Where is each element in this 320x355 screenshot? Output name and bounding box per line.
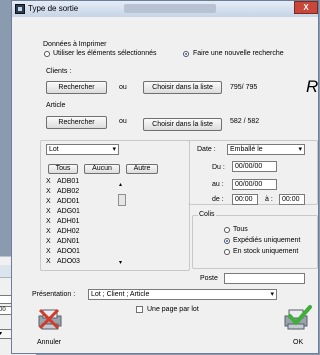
list-item[interactable]: X ADH01 [46, 218, 80, 225]
article-search-button[interactable]: Rechercher [46, 116, 107, 129]
poste-field[interactable] [224, 273, 305, 284]
clients-or-text: ou [119, 84, 127, 91]
lot-other-button[interactable]: Autre [126, 164, 158, 174]
article-label: Article [46, 102, 66, 109]
scroll-down-icon[interactable]: ▾ [119, 259, 122, 266]
article-choose-list-button[interactable]: Choisir dans la liste [143, 118, 222, 131]
one-page-per-lot-label: Une page par lot [147, 306, 199, 313]
cancel-printer-icon [38, 308, 62, 330]
type-de-sortie-dialog: Type de sortie X Données à Imprimer Util… [11, 0, 319, 354]
lot-all-button[interactable]: Tous [48, 164, 78, 174]
date-from-label: Du : [212, 164, 225, 171]
list-item[interactable]: X ADO03 [46, 258, 80, 265]
radio-selected-elements[interactable] [44, 51, 50, 57]
radio-new-search-label: Faire une nouvelle recherche [193, 50, 284, 57]
clients-label: Clients : [46, 68, 72, 75]
list-item[interactable]: X ADB01 [46, 178, 79, 185]
date-type-value: Emballé le [230, 146, 263, 153]
list-item[interactable]: X ADO01 [46, 248, 80, 255]
title-redacted-area [124, 4, 216, 13]
chevron-down-icon: ▾ [270, 291, 274, 298]
date-to-label: au : [212, 181, 224, 188]
window-title: Type de sortie [28, 4, 79, 13]
time-to-label: à : [265, 196, 273, 203]
side-letter: R [306, 77, 319, 96]
scroll-up-icon[interactable]: ▴ [119, 181, 122, 188]
poste-label: Poste [200, 275, 218, 282]
date-to-field[interactable]: 00/00/00 [232, 179, 277, 190]
radio-colis-all-label: Tous [233, 226, 248, 233]
app-icon [15, 4, 25, 14]
lot-dropdown[interactable]: Lot ▾ [46, 144, 119, 155]
lot-none-button[interactable]: Aucun [84, 164, 120, 174]
cancel-button[interactable] [34, 304, 66, 338]
article-count: 582 / 582 [230, 118, 260, 125]
colis-label: Colis [198, 211, 216, 218]
title-bar: Type de sortie X [12, 1, 318, 17]
close-button[interactable]: X [294, 1, 318, 14]
radio-selected-elements-label: Utiliser les éléments sélectionnés [53, 50, 157, 57]
lot-dropdown-value: Lot [49, 146, 59, 153]
scrollbar-thumb[interactable] [118, 194, 126, 206]
clients-search-button[interactable]: Rechercher [46, 81, 107, 94]
lot-list[interactable]: X ADB01 X ADB02 X ADD01 X ADG01 X ADH01 X ADH0… [46, 178, 146, 271]
cancel-label: Annuler [37, 339, 62, 346]
presentation-dropdown[interactable]: Lot ; Client ; Article ▾ [88, 289, 277, 300]
presentation-value: Lot ; Client ; Article [91, 291, 150, 298]
list-item[interactable]: X ADB02 [46, 188, 79, 195]
time-from-field[interactable]: 00:00 [232, 194, 258, 205]
date-from-field[interactable]: 00/00/00 [232, 161, 277, 172]
clients-choose-list-button[interactable]: Choisir dans la liste [143, 81, 222, 94]
list-item[interactable]: X ADH02 [46, 228, 80, 235]
article-or-text: ou [119, 118, 127, 125]
chevron-down-icon: ▾ [112, 146, 116, 153]
list-item[interactable]: X ADG01 [46, 208, 80, 215]
date-label: Date : [197, 146, 216, 153]
radio-colis-stock-label: En stock uniquement [233, 248, 299, 255]
list-item[interactable]: X ADD01 [46, 198, 80, 205]
ok-printer-icon [284, 305, 312, 330]
presentation-label: Présentation : [32, 291, 76, 298]
time-to-field[interactable]: 00:00 [279, 194, 305, 205]
print-data-label: Données à Imprimer [43, 41, 107, 48]
list-item[interactable]: X ADN01 [46, 238, 80, 245]
ok-label: OK [293, 339, 304, 346]
one-page-per-lot-checkbox[interactable] [136, 306, 143, 313]
radio-colis-shipped[interactable] [224, 238, 230, 244]
radio-colis-stock[interactable] [224, 249, 230, 255]
clients-count: 795/ 795 [230, 84, 258, 91]
chevron-down-icon: ▾ [298, 146, 302, 153]
radio-colis-all[interactable] [224, 227, 230, 233]
radio-new-search[interactable] [183, 51, 189, 57]
ok-button[interactable] [280, 304, 314, 338]
radio-colis-shipped-label: Expédiés uniquement [233, 237, 301, 244]
lot-list-scrollbar[interactable]: ▴ ▾ [117, 179, 127, 269]
time-from-label: de : [212, 196, 224, 203]
date-type-dropdown[interactable]: Emballé le ▾ [227, 144, 305, 155]
